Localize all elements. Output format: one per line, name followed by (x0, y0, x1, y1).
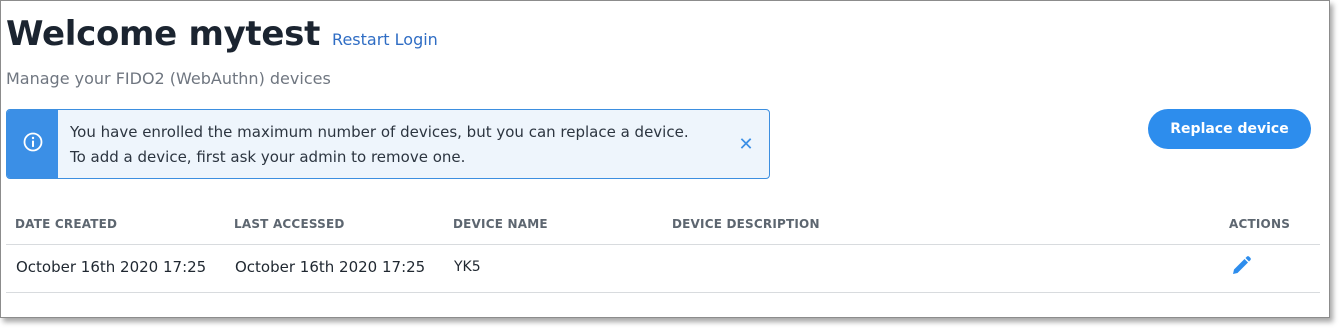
cell-date-created: October 16th 2020 17:25 (16, 258, 207, 276)
column-header-device-name: DEVICE NAME (453, 217, 548, 231)
close-icon[interactable]: ✕ (723, 110, 769, 178)
alert-line-1: You have enrolled the maximum number of … (70, 123, 689, 141)
info-alert: You have enrolled the maximum number of … (6, 109, 770, 179)
pencil-icon[interactable] (1230, 255, 1252, 277)
cell-last-accessed: October 16th 2020 17:25 (235, 258, 426, 276)
replace-device-button[interactable]: Replace device (1148, 109, 1311, 149)
restart-login-link[interactable]: Restart Login (332, 30, 438, 49)
title-row: Welcome mytest Restart Login (6, 14, 438, 54)
column-header-actions: ACTIONS (1229, 217, 1291, 231)
column-header-last-accessed: LAST ACCESSED (234, 217, 345, 231)
table-header-divider (6, 244, 1320, 245)
page-title: Welcome mytest (6, 14, 321, 54)
column-header-date-created: DATE CREATED (15, 217, 118, 231)
table-row-divider (6, 292, 1320, 293)
column-header-device-description: DEVICE DESCRIPTION (672, 217, 820, 231)
alert-message: You have enrolled the maximum number of … (58, 110, 723, 178)
info-icon (23, 132, 43, 156)
alert-line-2: To add a device, first ask your admin to… (70, 148, 466, 166)
cell-device-name: YK5 (454, 259, 481, 275)
page-subtitle: Manage your FIDO2 (WebAuthn) devices (6, 69, 331, 88)
app-window: Welcome mytest Restart Login Manage your… (0, 0, 1330, 318)
alert-icon-panel (7, 110, 58, 178)
